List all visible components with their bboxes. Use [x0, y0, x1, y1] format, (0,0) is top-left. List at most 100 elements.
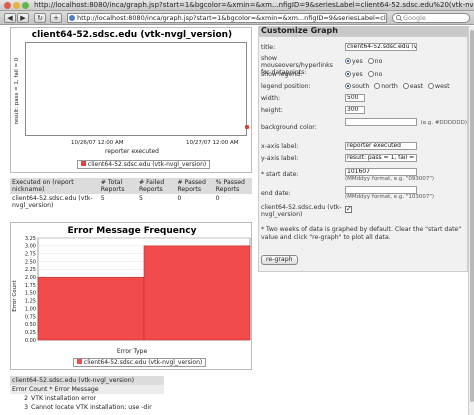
chart2-ytick-label: 1.25: [25, 299, 36, 305]
chart1-legend-label: client64-52.sdsc.edu (vtk-nvgl_version): [87, 161, 207, 168]
scrollbar-thumb[interactable]: [470, 30, 474, 402]
check-icon: ✓: [346, 205, 352, 213]
error-table-header: Error Count * Error Message: [10, 385, 164, 394]
summary-header-percent: % Passed Reports: [215, 179, 245, 193]
bgcolor-hint: (e.g. #DDDDDD): [420, 120, 467, 126]
chart1-xlabel: reporter executed: [105, 148, 159, 155]
chart1-ylabel: result: pass = 1, fail = 0: [14, 57, 20, 125]
summary-cell-total: 5: [100, 195, 105, 202]
window-title: http://localhost:8080/inca/graph.jsp?sta…: [34, 1, 474, 9]
series-label: client64-52.sdsc.edu (vtk-nvgl_version): [261, 204, 342, 218]
position-south-label: south: [352, 83, 370, 90]
chart1-xtick-2: 10/27/07 12:00 AM: [186, 140, 239, 146]
start-date-label: * start date:: [261, 171, 299, 178]
chart2-ytick-label: 0.25: [25, 330, 36, 336]
table-row: client64-52.sdsc.edu (vtk-nvgl_version) …: [10, 194, 252, 210]
legend-position-label: legend position:: [261, 83, 311, 90]
position-north-label: north: [381, 83, 398, 90]
search-placeholder: Google: [403, 14, 426, 22]
chart2-ytick-label: 0.75: [25, 314, 36, 320]
chart2-ytick-label: 2.25: [25, 267, 36, 273]
legend-position-options: south north east west: [345, 83, 450, 90]
chart2-ytick-label: 2.75: [25, 251, 36, 257]
yaxis-label: y-axis label:: [261, 155, 299, 162]
summary-cell-executed: client64-52.sdsc.edu (vtk-nvgl_version): [12, 195, 93, 209]
chart2-legend: client64-52.sdsc.edu (vtk-nvgl_version): [73, 358, 207, 367]
end-date-label: end date:: [261, 190, 291, 197]
mouseover-no-label: no: [374, 58, 383, 65]
chart2-ytick-label: 2.50: [25, 259, 36, 265]
search-input[interactable]: Google: [392, 13, 470, 23]
address-bar[interactable]: http://localhost:8080/inca/graph.jsp?sta…: [67, 13, 387, 23]
error-count: 3: [24, 404, 28, 411]
position-south-radio[interactable]: [345, 83, 351, 89]
mouseover-yes-radio[interactable]: [345, 58, 351, 64]
chart2-legend-swatch: [77, 359, 82, 364]
chart2-bar: [37, 276, 145, 341]
browser-toolbar: ◀ ▶ ↻ + http://localhost:8080/inca/graph…: [0, 11, 474, 25]
chart1-legend-swatch: [81, 161, 86, 166]
height-input[interactable]: 300: [345, 106, 365, 114]
table-row: 3 Cannot locate VTK installation; use -di…: [10, 403, 164, 412]
forward-button[interactable]: ▶: [17, 13, 29, 23]
series-checkbox[interactable]: ✓: [345, 206, 352, 213]
page-scrollbar[interactable]: [468, 26, 474, 415]
position-north-radio[interactable]: [374, 83, 381, 89]
summary-table: Executed on (report nickname) # Total Re…: [10, 178, 252, 210]
width-input[interactable]: 500: [345, 94, 365, 102]
start-date-hint: (MMddyy format, e.g. "093007"): [345, 176, 435, 182]
width-label: width:: [261, 95, 281, 102]
add-bookmark-button[interactable]: +: [50, 13, 62, 23]
chart2-ytick-label: 1.50: [25, 291, 36, 297]
position-west-label: west: [435, 83, 450, 90]
chart2-ytick-label: 3.00: [25, 244, 36, 250]
end-date-input[interactable]: [345, 186, 417, 194]
chart2-xlabel: Error Type: [116, 348, 148, 355]
window-titlebar: http://localhost:8080/inca/graph.jsp?sta…: [0, 0, 474, 11]
chart1-xtick-1: 10/26/07 12:00 AM: [71, 140, 124, 146]
mouseover-yes-label: yes: [352, 58, 363, 65]
position-east-label: east: [409, 83, 424, 90]
address-text: http://localhost:8080/inca/graph.jsp?sta…: [77, 14, 387, 22]
chart2-ytick-label: 0.00: [25, 338, 36, 344]
title-input[interactable]: client64-52.sdsc.edu (vtk: [345, 43, 417, 51]
legend-yes-label: yes: [352, 71, 363, 78]
chart2-ytick-label: 1.00: [25, 306, 36, 312]
xaxis-label: x-axis label:: [261, 143, 299, 150]
back-button[interactable]: ◀: [4, 13, 16, 23]
xaxis-input[interactable]: reporter executed: [345, 142, 417, 150]
yaxis-input[interactable]: result: pass = 1, fail = 0: [345, 154, 417, 162]
chart2-ytick-label: 3.25: [25, 236, 36, 242]
chart1-fail-point: [245, 125, 249, 129]
mouseover-no-radio[interactable]: [367, 58, 374, 64]
position-east-radio[interactable]: [402, 83, 409, 89]
reload-button[interactable]: ↻: [34, 13, 46, 23]
legend-label: show legend:: [261, 71, 303, 78]
title-label: title:: [261, 44, 276, 51]
chart2-legend-label: client64-52.sdsc.edu (vtk-nvgl_version): [83, 359, 203, 366]
summary-header-executed: Executed on (report nickname): [12, 179, 74, 193]
legend-no-radio[interactable]: [367, 71, 374, 77]
regraph-button[interactable]: re-graph: [261, 255, 298, 265]
chart1-title: client64-52.sdsc.edu (vtk-nvgl_version): [31, 30, 233, 40]
start-date-input[interactable]: 101607: [345, 168, 417, 176]
mouseover-options: yes no: [345, 58, 382, 65]
customize-graph-header: Customize Graph: [258, 26, 468, 36]
chart1-plot-area: [25, 42, 249, 136]
pass-fail-chart-panel: client64-52.sdsc.edu (vtk-nvgl_version) …: [10, 27, 252, 173]
summary-header-passed: # Passed Reports: [177, 179, 206, 193]
site-icon: [69, 15, 75, 21]
summary-cell-passed: 0: [177, 195, 182, 202]
error-table: client64-52.sdsc.edu (vtk-nvgl_version) …: [10, 376, 164, 412]
legend-no-label: no: [374, 71, 383, 78]
summary-cell-failed: 5: [139, 195, 143, 202]
legend-yes-radio[interactable]: [345, 71, 351, 77]
table-row: 2 VTK installation error: [10, 394, 164, 403]
error-count: 2: [24, 395, 28, 402]
summary-header-total: # Total Reports: [100, 179, 125, 193]
error-message: VTK installation error: [31, 395, 97, 402]
position-west-radio[interactable]: [428, 83, 435, 89]
error-message: Cannot locate VTK installation; use -dir: [31, 404, 152, 411]
summary-cell-percent: 0: [215, 195, 220, 202]
chart2-ytick-label: 2.00: [25, 275, 36, 281]
